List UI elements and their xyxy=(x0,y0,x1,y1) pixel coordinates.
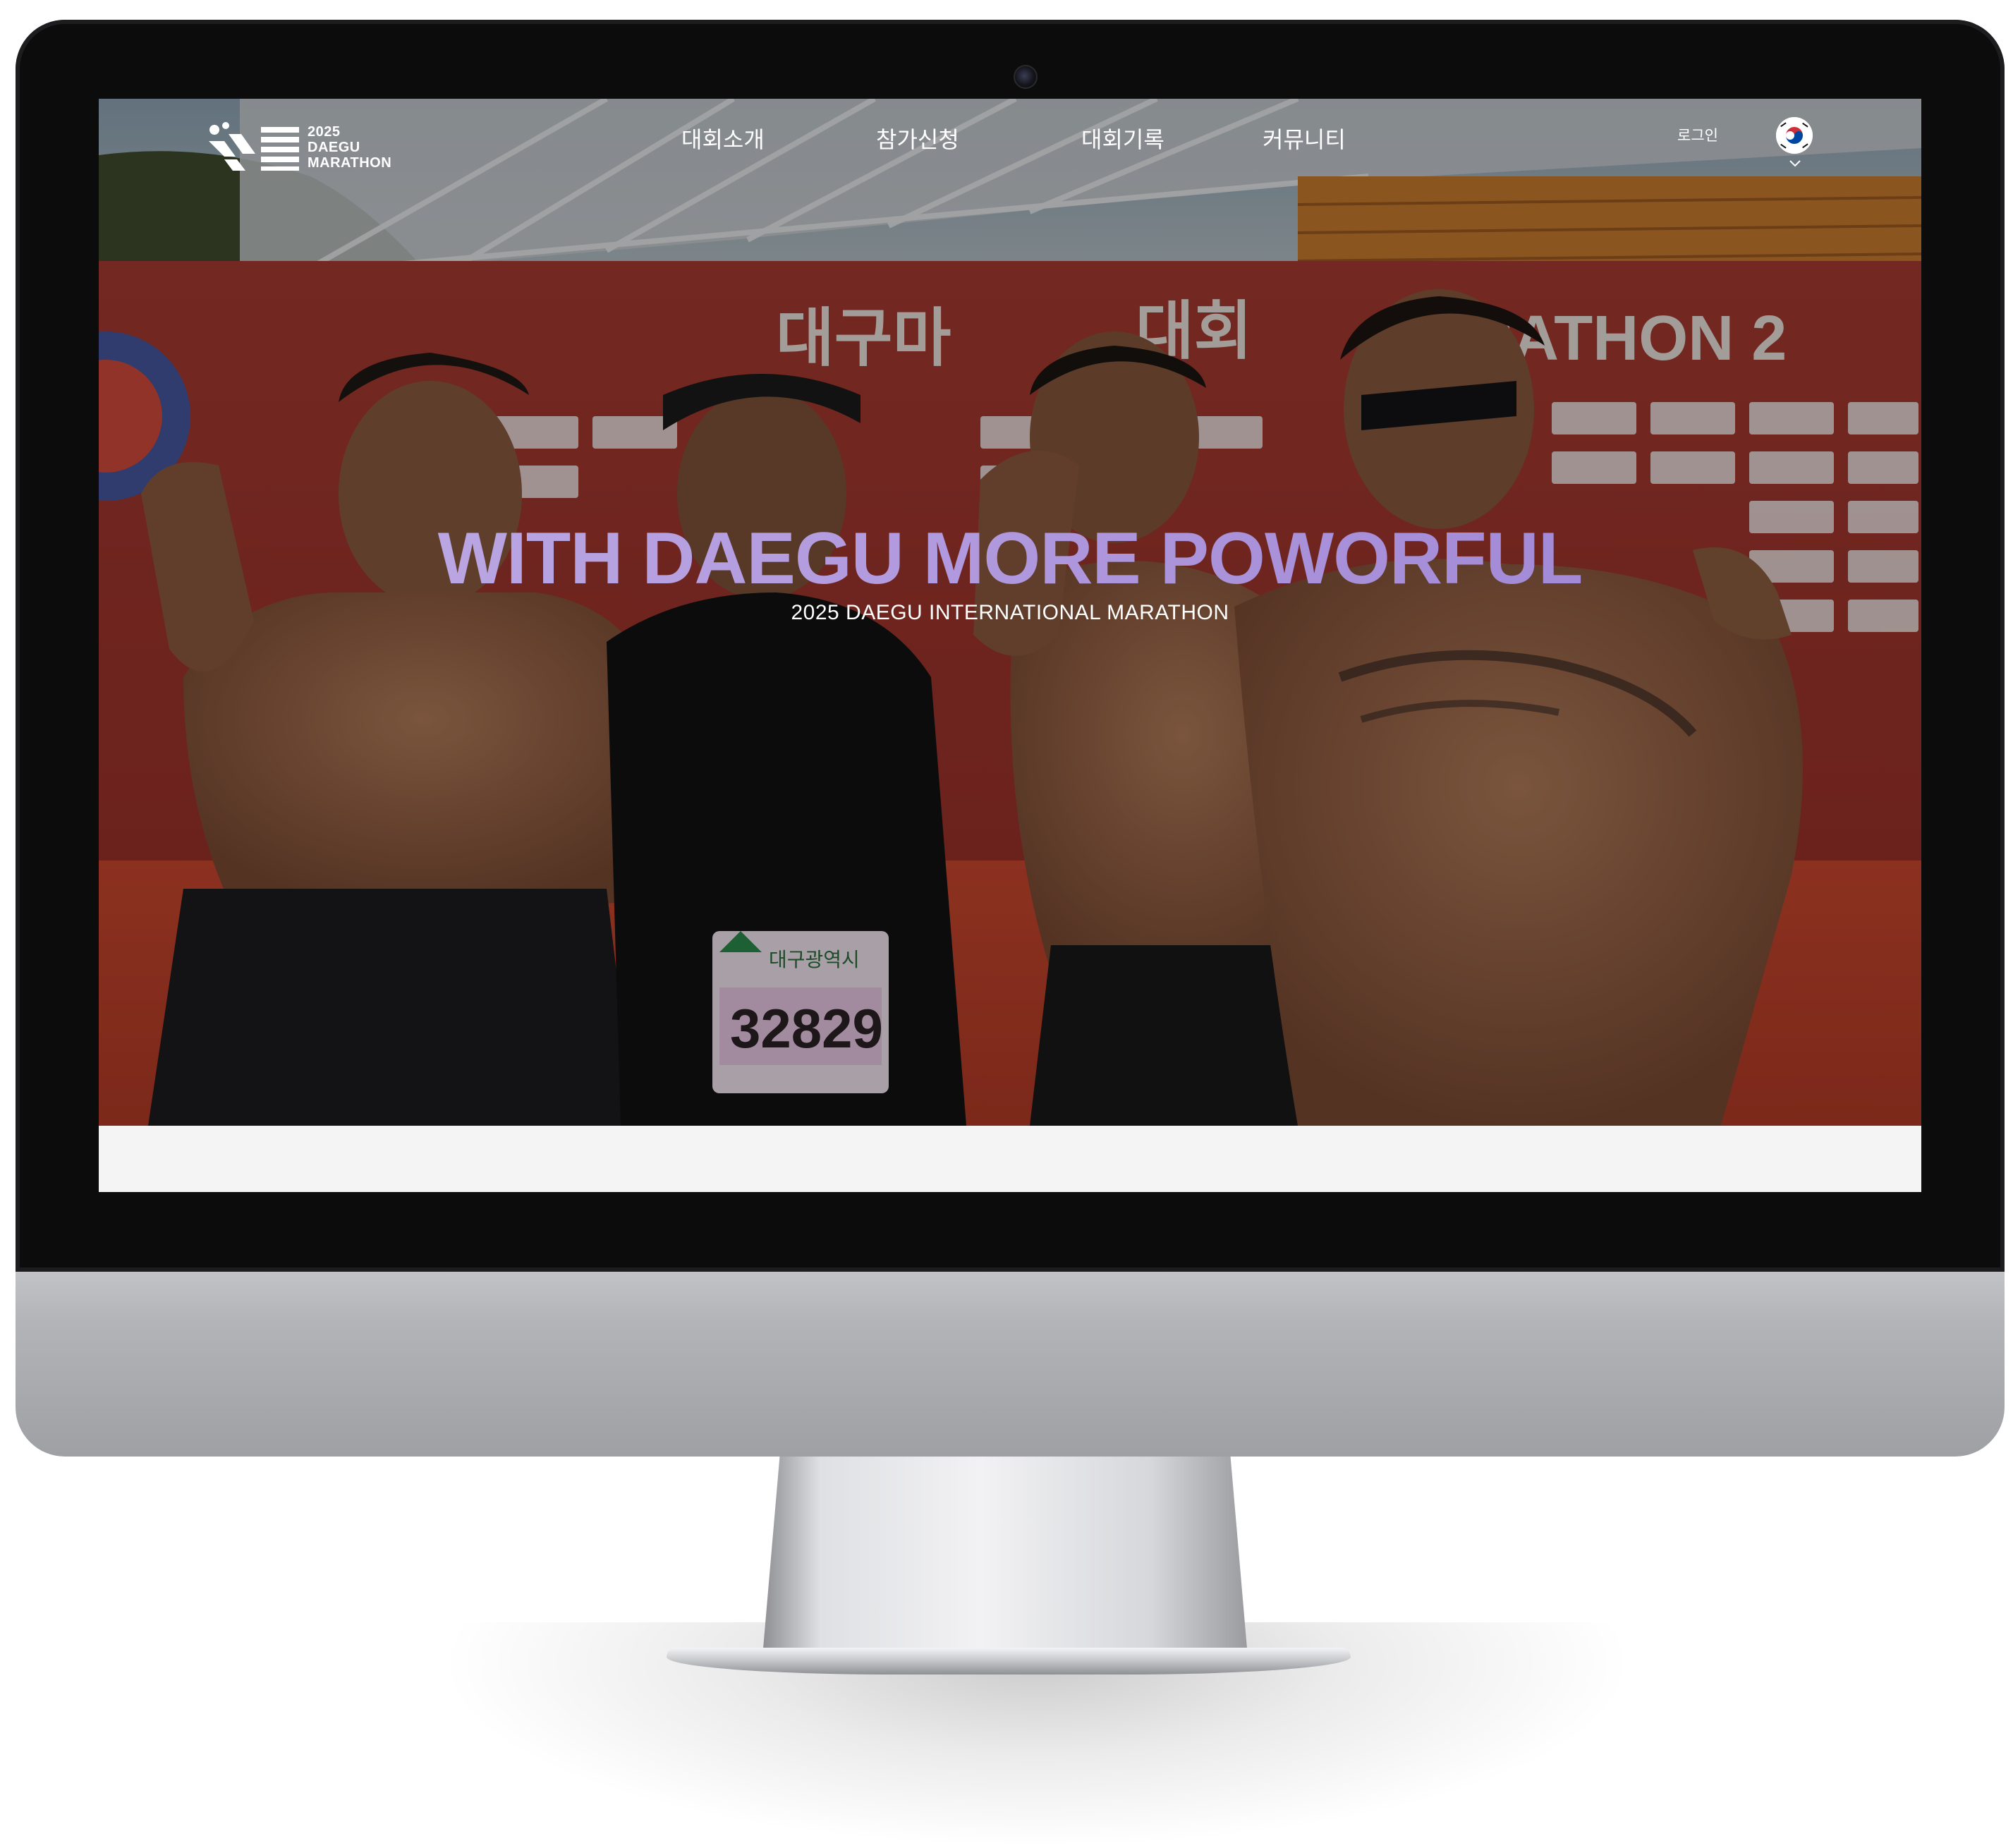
logo-line-event: MARATHON xyxy=(308,155,392,171)
logo-wordmark: 2025 DAEGU MARATHON xyxy=(308,124,391,171)
monitor-stand-base xyxy=(667,1648,1351,1674)
hero-title: WITH DAEGU MORE POWORFUL xyxy=(99,516,1921,601)
browser-screen: MARATHON 2 대구마 대회 32829 대구광역시 2025 DAEGU… xyxy=(99,99,1921,1192)
runner-logo-icon xyxy=(209,122,299,171)
webcam-icon xyxy=(1014,65,1038,89)
nav-item-about[interactable]: 대회소개 xyxy=(681,123,765,157)
site-logo[interactable]: 2025 DAEGU MARATHON xyxy=(205,120,402,174)
hero-section: MARATHON 2 대구마 대회 32829 대구광역시 2025 DAEGU… xyxy=(99,99,1921,1126)
korea-flag-icon[interactable] xyxy=(1776,117,1813,154)
nav-item-records[interactable]: 대회기록 xyxy=(1081,123,1164,157)
monitor-stand xyxy=(762,1439,1248,1665)
logo-line-city: DAEGU xyxy=(308,140,360,155)
chevron-down-icon[interactable] xyxy=(1789,159,1801,168)
nav-item-community[interactable]: 커뮤니티 xyxy=(1263,123,1346,157)
nav-item-registration[interactable]: 참가신청 xyxy=(876,123,959,157)
hero-subtitle: 2025 DAEGU INTERNATIONAL MARATHON xyxy=(791,601,1229,624)
logo-line-year: 2025 xyxy=(308,124,341,140)
content-area xyxy=(99,1126,1921,1192)
top-navigation: 2025 DAEGU MARATHON 대회소개 참가신청 대회기록 커뮤니티 … xyxy=(99,99,1921,183)
login-link[interactable]: 로그인 xyxy=(1677,124,1718,145)
monitor-chin xyxy=(16,1248,2005,1457)
